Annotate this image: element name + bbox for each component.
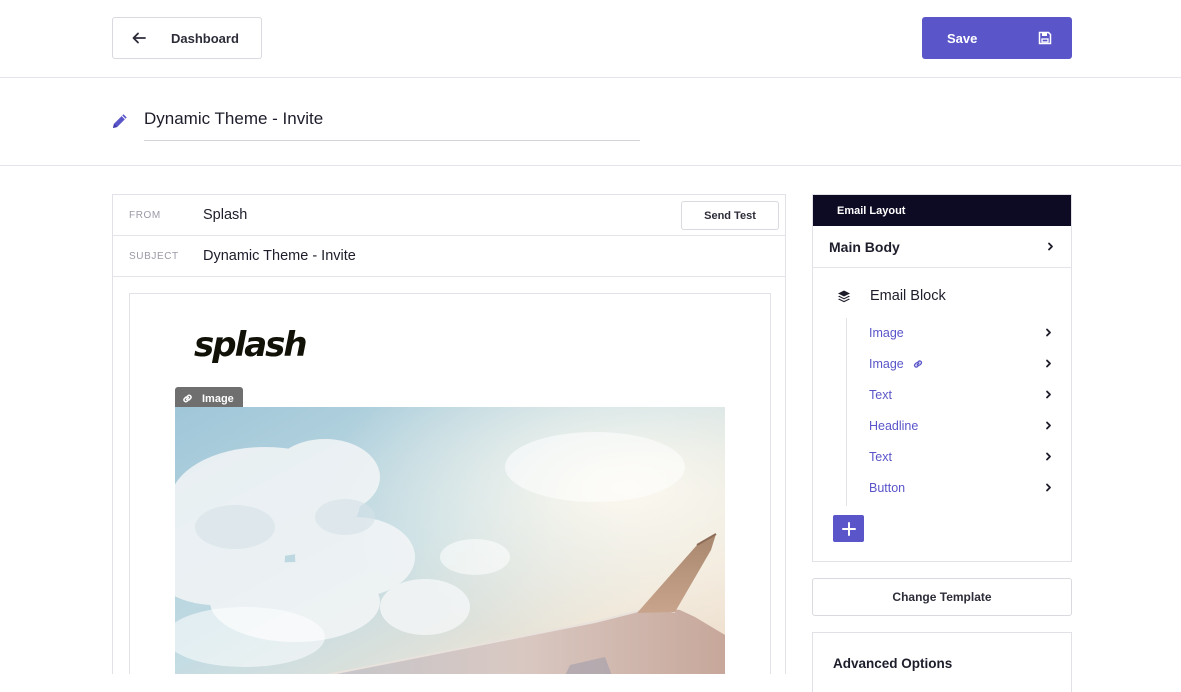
arrow-left-icon xyxy=(132,32,146,44)
hero-image[interactable] xyxy=(175,407,725,674)
add-block-button[interactable] xyxy=(833,515,864,542)
advanced-options-title[interactable]: Advanced Options xyxy=(833,656,952,671)
save-button[interactable]: Save xyxy=(922,17,1072,59)
from-row: FROM Splash Send Test xyxy=(113,195,785,236)
advanced-options-panel: Advanced Options xyxy=(812,632,1072,692)
block-item-headline[interactable]: Headline xyxy=(869,410,1053,441)
sky-airplane-photo xyxy=(175,407,725,674)
from-field[interactable]: Splash xyxy=(203,207,247,223)
block-item-label: Button xyxy=(869,480,906,495)
block-item-text[interactable]: Text xyxy=(869,441,1053,472)
campaign-title-input[interactable] xyxy=(144,106,640,141)
chevron-right-icon xyxy=(1046,359,1051,368)
from-label: FROM xyxy=(129,209,161,221)
chevron-right-icon xyxy=(1046,421,1051,430)
chevron-right-icon xyxy=(1046,328,1051,337)
subject-row: SUBJECT Dynamic Theme - Invite xyxy=(113,236,785,277)
block-item-list: Image Image Text Headline Text Button xyxy=(869,317,1053,503)
chevron-right-icon xyxy=(1046,483,1051,492)
email-editor: FROM Splash Send Test SUBJECT Dynamic Th… xyxy=(112,194,786,674)
main-body-item[interactable]: Main Body xyxy=(813,226,1071,268)
title-row xyxy=(0,78,1181,166)
link-icon xyxy=(183,394,192,403)
save-button-label: Save xyxy=(947,30,978,46)
back-button-label: Dashboard xyxy=(171,30,239,46)
block-item-text[interactable]: Text xyxy=(869,379,1053,410)
email-layout-panel: Email Layout Main Body Email Block Image… xyxy=(812,194,1072,562)
email-preview: splash Image xyxy=(129,293,771,674)
subject-label: SUBJECT xyxy=(129,250,179,262)
back-to-dashboard-button[interactable]: Dashboard xyxy=(112,17,262,59)
plus-icon xyxy=(841,521,856,536)
block-item-label: Image xyxy=(869,356,904,371)
link-icon xyxy=(913,359,922,368)
block-item-label: Headline xyxy=(869,418,919,433)
chevron-right-icon xyxy=(1046,390,1051,399)
floppy-disk-icon xyxy=(1038,31,1052,45)
send-test-button[interactable]: Send Test xyxy=(681,201,779,230)
block-item-label: Image xyxy=(869,325,904,340)
chevron-right-icon xyxy=(1048,242,1053,251)
chevron-right-icon xyxy=(1046,452,1051,461)
layers-icon xyxy=(838,290,850,303)
splash-logo[interactable]: splash xyxy=(194,328,308,362)
pencil-icon xyxy=(113,114,127,128)
email-block-header[interactable]: Email Block xyxy=(837,288,946,304)
subject-field[interactable]: Dynamic Theme - Invite xyxy=(203,248,356,264)
block-item-label: Text xyxy=(869,387,892,402)
main-body-label: Main Body xyxy=(829,238,900,255)
layout-panel-header: Email Layout xyxy=(813,195,1071,226)
block-item-image[interactable]: Image xyxy=(869,317,1053,348)
image-tag-label: Image xyxy=(202,392,234,405)
email-block-label: Email Block xyxy=(870,288,946,304)
top-bar: Dashboard Save xyxy=(0,0,1181,78)
tree-line xyxy=(846,318,847,506)
change-template-button[interactable]: Change Template xyxy=(812,578,1072,616)
block-item-label: Text xyxy=(869,449,892,464)
block-item-image-linked[interactable]: Image xyxy=(869,348,1053,379)
block-item-button[interactable]: Button xyxy=(869,472,1053,503)
